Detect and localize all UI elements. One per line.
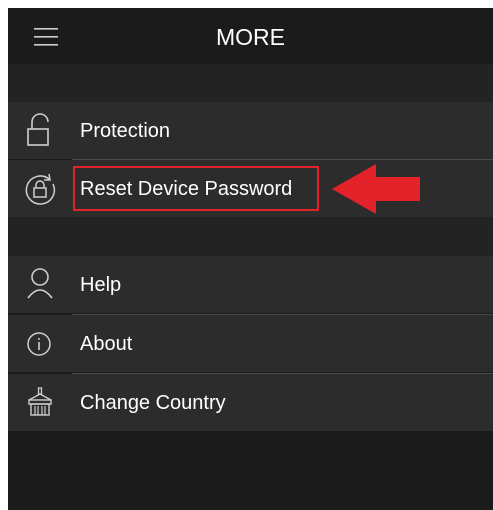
building-icon <box>8 374 72 431</box>
more-screen: MORE Protection Reset Device Password He… <box>8 8 493 510</box>
menu-item-help[interactable]: Help <box>8 256 493 313</box>
lock-icon <box>8 102 72 159</box>
user-icon <box>8 256 72 313</box>
menu-item-label: Reset Device Password <box>80 178 293 200</box>
hamburger-menu-icon[interactable] <box>32 24 64 50</box>
section-spacer <box>8 64 493 102</box>
reset-lock-icon <box>8 160 72 217</box>
info-icon <box>8 315 72 372</box>
menu-item-label: Protection <box>80 120 171 142</box>
app-header: MORE <box>8 8 493 64</box>
menu-item-protection[interactable]: Protection <box>8 102 493 159</box>
section-spacer <box>8 217 493 256</box>
menu-item-about[interactable]: About <box>8 315 493 372</box>
menu-item-change-country[interactable]: Change Country <box>8 374 493 431</box>
menu-item-label: About <box>80 333 133 355</box>
empty-area <box>8 432 493 510</box>
page-title: MORE <box>216 24 285 50</box>
menu-item-reset-device-password[interactable]: Reset Device Password <box>8 160 493 217</box>
menu-item-label: Change Country <box>80 392 226 414</box>
menu-item-label: Help <box>80 274 122 296</box>
